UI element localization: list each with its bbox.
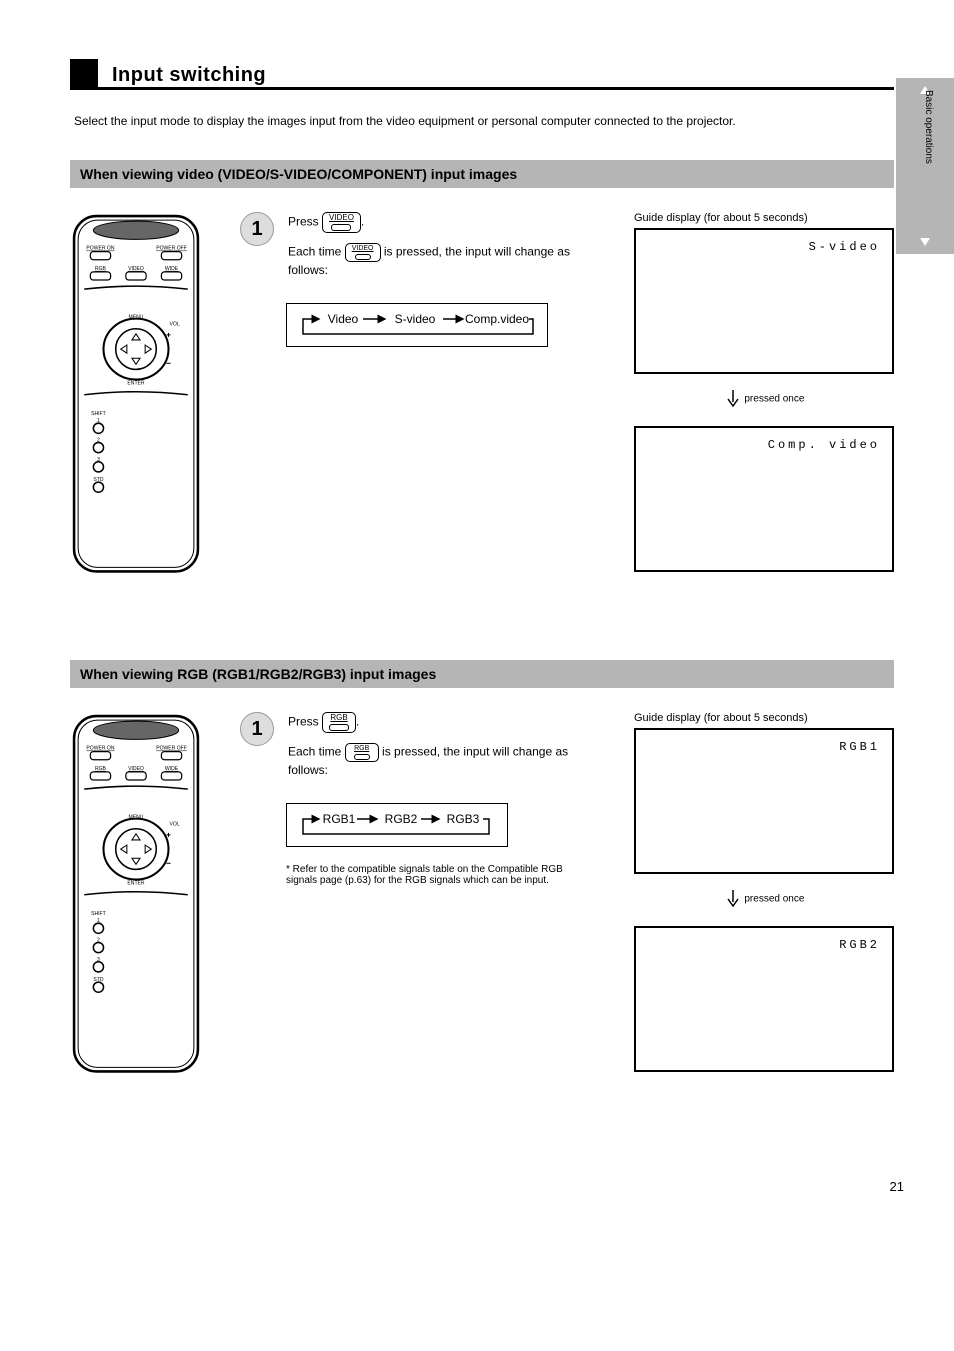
svg-text:RGB3: RGB3 bbox=[447, 812, 480, 826]
screen-preview-svideo: S-video bbox=[634, 228, 894, 374]
triangle-down-icon bbox=[920, 238, 930, 246]
step-1-rgb: 1 Press RGB . Each time RGB bbox=[240, 712, 604, 779]
screen-preview-rgb2: RGB2 bbox=[634, 926, 894, 1072]
section-body-video: POWER ON POWER OFF RGB VIDEO WIDE MENU V… bbox=[70, 212, 894, 620]
svg-text:Video: Video bbox=[328, 312, 359, 326]
svg-text:VIDEO: VIDEO bbox=[128, 766, 144, 772]
screen-label: RGB2 bbox=[839, 938, 880, 952]
remote-illustration-video: POWER ON POWER OFF RGB VIDEO WIDE MENU V… bbox=[70, 212, 210, 620]
remote-control-icon: POWER ON POWER OFF RGB VIDEO WIDE MENU V… bbox=[70, 712, 202, 1078]
step-line2: Each time VIDEO is pressed, the input wi… bbox=[288, 243, 604, 279]
page-header-bar: Input switching bbox=[70, 60, 894, 90]
arrow-between-rgb: pressed once bbox=[634, 888, 894, 910]
svg-text:RGB: RGB bbox=[95, 266, 107, 272]
step-line1: Press VIDEO . bbox=[288, 212, 604, 233]
video-button-icon: VIDEO bbox=[322, 212, 361, 233]
video-button-icon-small: VIDEO bbox=[345, 243, 381, 262]
svg-text:VIDEO: VIDEO bbox=[128, 266, 144, 272]
cycle-diagram-video: Video S-video Comp.video bbox=[286, 303, 548, 347]
svg-text:RGB2: RGB2 bbox=[385, 812, 418, 826]
svg-text:S-video: S-video bbox=[395, 312, 436, 326]
section-body-rgb: POWER ON POWER OFF RGB VIDEO WIDE MENU V… bbox=[70, 712, 894, 1120]
screen-preview-compvideo: Comp. video bbox=[634, 426, 894, 572]
page-title: Input switching bbox=[112, 64, 266, 87]
svg-text:POWER ON: POWER ON bbox=[86, 246, 114, 252]
screen-label: Comp. video bbox=[768, 438, 880, 452]
guide-caption-video: Guide display (for about 5 seconds) bbox=[634, 212, 894, 224]
rgb-button-icon-small: RGB bbox=[345, 743, 379, 762]
svg-text:RGB1: RGB1 bbox=[323, 812, 356, 826]
side-tab-label: Basic operations bbox=[923, 90, 934, 164]
step-line1: Press RGB . bbox=[288, 712, 604, 733]
guide-caption-rgb: Guide display (for about 5 seconds) bbox=[634, 712, 894, 724]
svg-text:WIDE: WIDE bbox=[165, 266, 179, 272]
step-1-video: 1 Press VIDEO . Each time VIDEO bbox=[240, 212, 604, 279]
arrow-between-video: pressed once bbox=[634, 388, 894, 410]
side-tab: Basic operations bbox=[896, 78, 954, 254]
svg-text:RGB: RGB bbox=[95, 766, 107, 772]
cycle-diagram-rgb: RGB1 RGB2 RGB3 bbox=[286, 803, 508, 847]
remote-illustration-rgb: POWER ON POWER OFF RGB VIDEO WIDE MENU V… bbox=[70, 712, 210, 1120]
screen-preview-rgb1: RGB1 bbox=[634, 728, 894, 874]
svg-text:Comp.video: Comp.video bbox=[465, 312, 529, 326]
section-header-rgb: When viewing RGB (RGB1/RGB2/RGB3) input … bbox=[70, 660, 894, 688]
step-number: 1 bbox=[240, 712, 274, 746]
page-intro: Select the input mode to display the ima… bbox=[70, 114, 894, 128]
svg-text:VOL: VOL bbox=[170, 822, 180, 828]
rgb-button-icon: RGB bbox=[322, 712, 356, 733]
remote-control-icon: POWER ON POWER OFF RGB VIDEO WIDE MENU V… bbox=[70, 212, 202, 578]
svg-text:WIDE: WIDE bbox=[165, 766, 179, 772]
svg-text:ENTER: ENTER bbox=[127, 881, 145, 887]
rgb-note: * Refer to the compatible signals table … bbox=[286, 864, 566, 886]
step-line2: Each time RGB is pressed, the input will… bbox=[288, 743, 604, 779]
section-header-video: When viewing video (VIDEO/S-VIDEO/COMPON… bbox=[70, 160, 894, 188]
svg-text:POWER ON: POWER ON bbox=[86, 746, 114, 752]
step-number: 1 bbox=[240, 212, 274, 246]
svg-text:POWER OFF: POWER OFF bbox=[156, 246, 187, 252]
svg-text:SHIFT: SHIFT bbox=[91, 411, 106, 417]
screen-label: RGB1 bbox=[839, 740, 880, 754]
svg-text:POWER OFF: POWER OFF bbox=[156, 746, 187, 752]
svg-text:ENTER: ENTER bbox=[127, 381, 145, 387]
page-number: 21 bbox=[890, 1179, 904, 1194]
svg-text:VOL: VOL bbox=[170, 322, 180, 328]
screen-label: S-video bbox=[809, 240, 880, 254]
svg-text:SHIFT: SHIFT bbox=[91, 911, 106, 917]
header-black-square-icon bbox=[70, 59, 98, 87]
